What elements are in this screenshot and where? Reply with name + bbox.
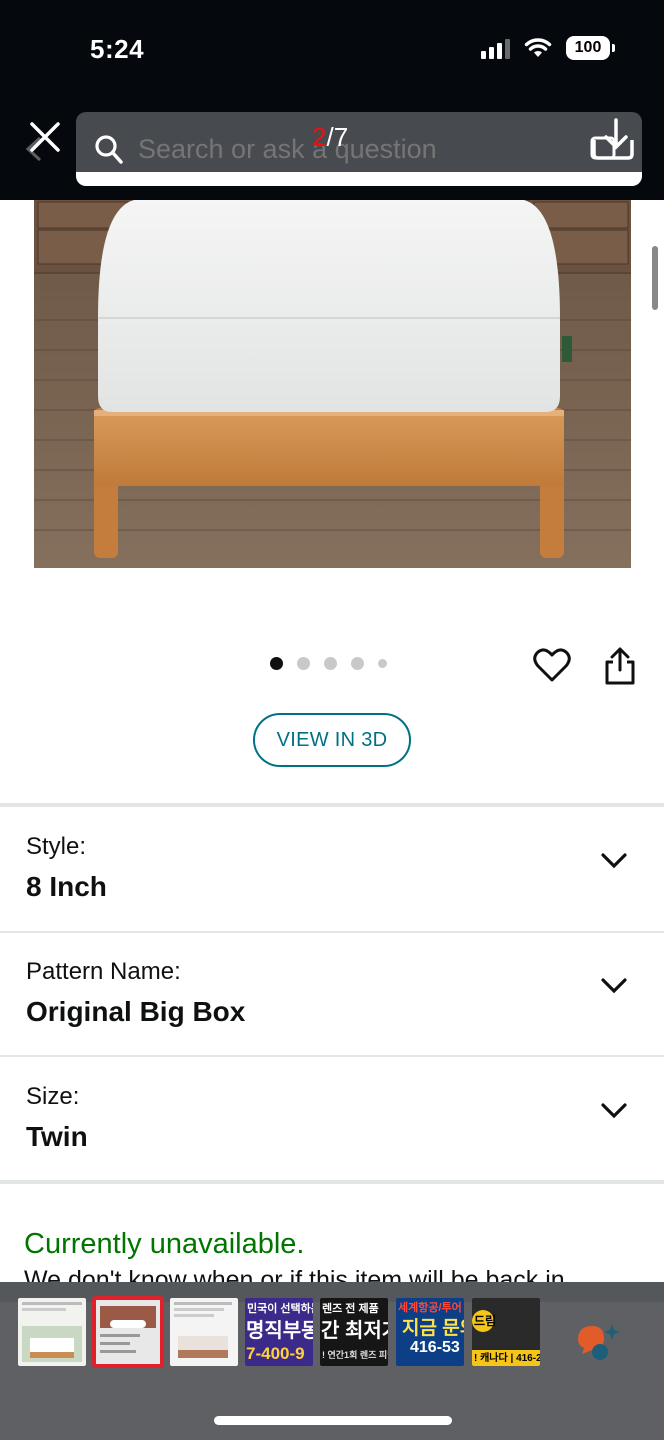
tray-thumbnail[interactable]: 렌즈 전 제품 간 최저가 ! 연간1회 렌즈 피팅 bbox=[320, 1298, 388, 1366]
tray-thumbnail-text: 명직부동 bbox=[246, 1320, 313, 1342]
assistant-icon[interactable] bbox=[574, 1320, 620, 1362]
search-icon bbox=[95, 135, 123, 164]
availability-status: Currently unavailable. bbox=[24, 1228, 305, 1260]
battery-icon: 100 bbox=[566, 36, 615, 60]
option-style[interactable]: Style: 8 Inch bbox=[0, 807, 664, 929]
share-icon[interactable] bbox=[603, 646, 637, 686]
tray-thumbnail[interactable]: 민국이 선택하는 명직부동 7-400-9 bbox=[245, 1298, 313, 1366]
option-value: Twin bbox=[26, 1121, 88, 1152]
wifi-icon bbox=[524, 38, 552, 57]
tray-thumbnail[interactable] bbox=[18, 1298, 86, 1366]
scroll-indicator[interactable] bbox=[652, 246, 658, 310]
option-label: Pattern Name: bbox=[26, 958, 181, 985]
page-counter-total: /7 bbox=[326, 122, 349, 152]
mattress-bed-illustration bbox=[34, 200, 631, 568]
view-in-3d-button[interactable]: VIEW IN 3D bbox=[253, 713, 411, 767]
chevron-down-icon[interactable] bbox=[600, 977, 628, 995]
tray-thumbnail-text: 지금 문의 bbox=[402, 1318, 464, 1339]
tray-thumbnail[interactable]: 드림 ! 캐나다 | 416-22 bbox=[472, 1298, 540, 1366]
page-counter-current: 2 bbox=[312, 122, 327, 152]
home-indicator[interactable] bbox=[214, 1416, 452, 1425]
tray-thumbnail-text: 세계항공/투어 bbox=[398, 1302, 462, 1314]
page-counter: 2/7 bbox=[312, 122, 348, 153]
tray-thumbnail-text: 드림 bbox=[474, 1314, 497, 1328]
tray-thumbnail[interactable]: 세계항공/투어 지금 문의 416-53 bbox=[396, 1298, 464, 1366]
section-divider bbox=[0, 1180, 664, 1184]
carousel-dot[interactable] bbox=[378, 659, 387, 668]
tray-thumbnail-text: ! 캐나다 | 416-22 bbox=[474, 1353, 540, 1364]
tray-thumbnail-text: 민국이 선택하는 bbox=[247, 1303, 313, 1315]
status-icons: 100 bbox=[481, 36, 615, 60]
chevron-down-icon[interactable] bbox=[600, 1102, 628, 1120]
tray-thumbnail-text: 간 최저가 bbox=[321, 1320, 388, 1342]
tray-thumbnail-text: 렌즈 전 제품 bbox=[322, 1303, 379, 1315]
download-icon[interactable] bbox=[588, 116, 638, 166]
tray-thumbnail[interactable] bbox=[170, 1298, 238, 1366]
carousel-dot[interactable] bbox=[351, 657, 364, 670]
search-bar-underline bbox=[76, 172, 642, 186]
product-image[interactable] bbox=[34, 200, 631, 568]
carousel-dot[interactable] bbox=[324, 657, 337, 670]
option-value: 8 Inch bbox=[26, 871, 107, 902]
option-value: Original Big Box bbox=[26, 996, 246, 1027]
option-label: Size: bbox=[26, 1083, 80, 1110]
option-pattern-name[interactable]: Pattern Name: Original Big Box bbox=[0, 932, 664, 1054]
tray-thumbnail[interactable] bbox=[92, 1296, 164, 1368]
chevron-down-icon[interactable] bbox=[600, 852, 628, 870]
carousel-dots[interactable] bbox=[270, 657, 387, 670]
tray-thumbnail-text: 7-400-9 bbox=[246, 1344, 305, 1363]
tray-thumbnail-text: 416-53 bbox=[410, 1339, 460, 1356]
signal-icon bbox=[481, 37, 510, 59]
status-time: 5:24 bbox=[90, 34, 145, 64]
option-size[interactable]: Size: Twin bbox=[0, 1057, 664, 1179]
option-label: Style: bbox=[26, 833, 87, 860]
carousel-dot[interactable] bbox=[297, 657, 310, 670]
carousel-dot[interactable] bbox=[270, 657, 283, 670]
tray-thumbnail-text: ! 연간1회 렌즈 피팅 bbox=[322, 1350, 388, 1360]
heart-icon[interactable] bbox=[533, 647, 571, 683]
close-icon[interactable] bbox=[28, 120, 62, 154]
